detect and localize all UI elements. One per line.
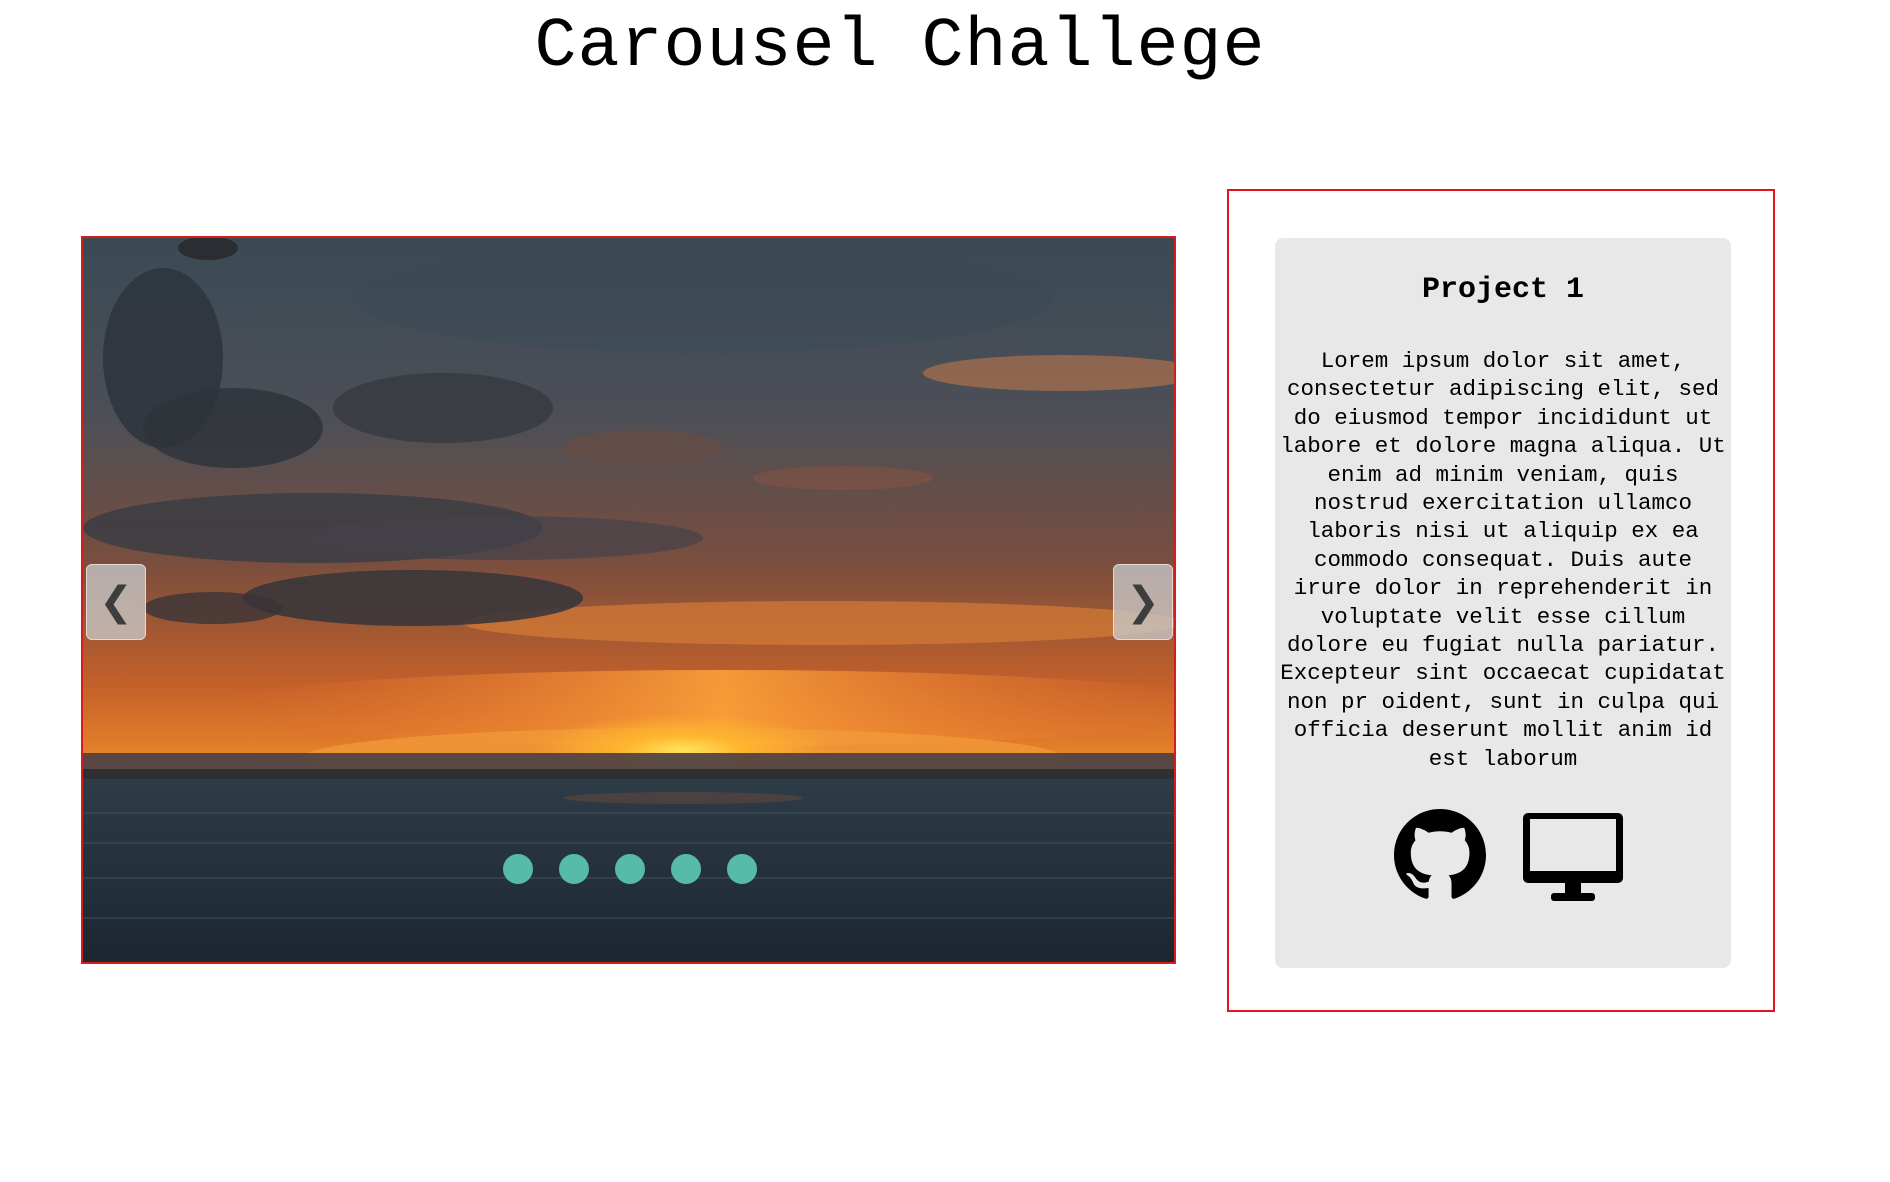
chevron-right-icon: ❯ bbox=[1126, 579, 1160, 625]
carousel-indicators bbox=[503, 854, 757, 884]
github-icon[interactable] bbox=[1394, 809, 1486, 901]
carousel-prev-button[interactable]: ❮ bbox=[86, 564, 146, 640]
carousel-dot-1[interactable] bbox=[503, 854, 533, 884]
carousel-next-button[interactable]: ❯ bbox=[1113, 564, 1173, 640]
desktop-icon[interactable] bbox=[1521, 811, 1625, 903]
image-carousel: ❮ ❯ bbox=[81, 236, 1176, 964]
carousel-dot-5[interactable] bbox=[727, 854, 757, 884]
project-card: Project 1 Lorem ipsum dolor sit amet, co… bbox=[1275, 238, 1731, 968]
project-panel: Project 1 Lorem ipsum dolor sit amet, co… bbox=[1227, 189, 1775, 1012]
project-description: Lorem ipsum dolor sit amet, consectetur … bbox=[1280, 348, 1726, 772]
chevron-left-icon: ❮ bbox=[99, 579, 133, 625]
carousel-dot-2[interactable] bbox=[559, 854, 589, 884]
carousel-dot-4[interactable] bbox=[671, 854, 701, 884]
project-title: Project 1 bbox=[1421, 273, 1585, 307]
page-title: Carousel Challege bbox=[534, 8, 1266, 87]
carousel-dot-3[interactable] bbox=[615, 854, 645, 884]
